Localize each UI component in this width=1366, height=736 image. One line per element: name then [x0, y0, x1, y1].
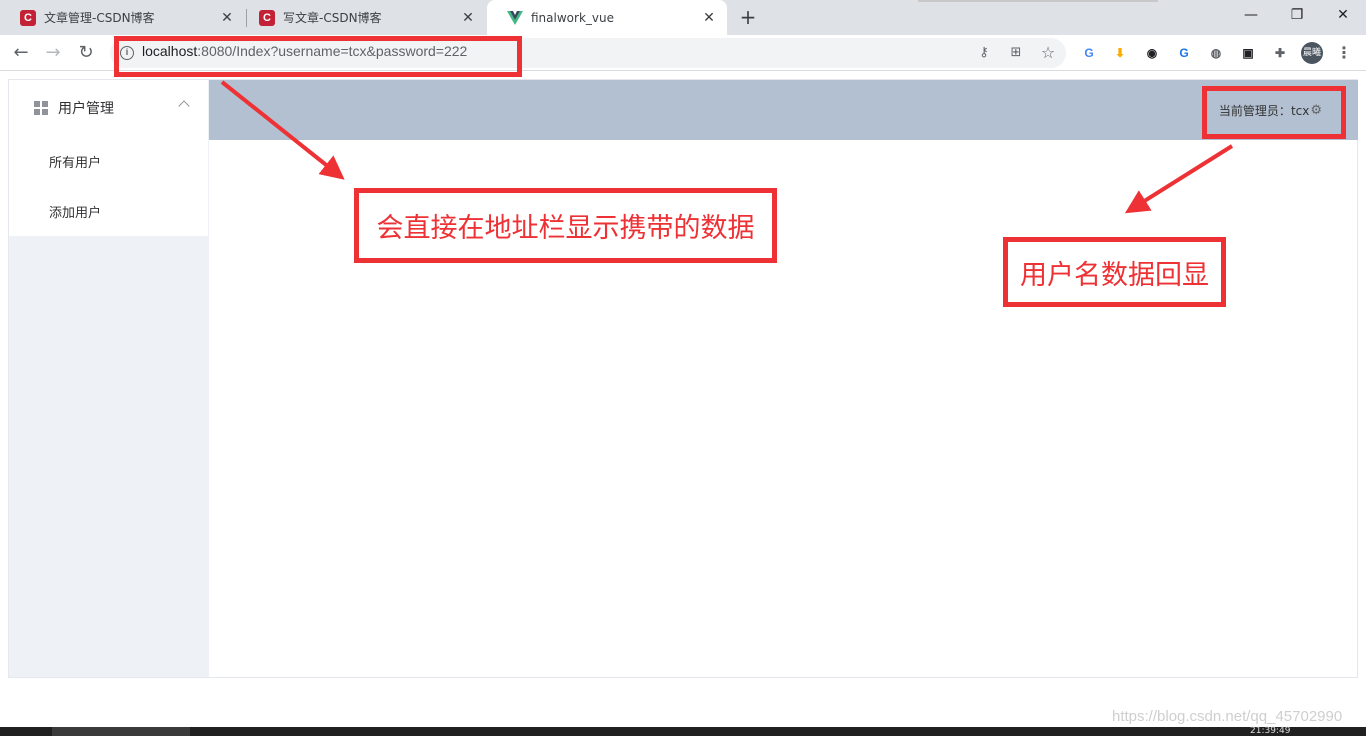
tampermonkey-icon[interactable]: ◉ [1142, 43, 1162, 63]
main-area: 当前管理员： tcx ⚙ [209, 80, 1358, 677]
url-annotation: 会直接在地址栏显示携带的数据 [354, 188, 777, 263]
app-container: 用户管理 所有用户 添加用户 当前管理员： tcx ⚙ [8, 79, 1358, 678]
admin-highlight-box [1202, 86, 1346, 139]
new-tab-button[interactable]: + [736, 5, 760, 29]
menu-item-add-user[interactable]: 添加用户 [9, 186, 208, 236]
bulb-ext-icon[interactable]: ◍ [1206, 43, 1226, 63]
reload-button[interactable]: ↻ [73, 40, 99, 66]
back-button[interactable]: ← [8, 40, 34, 66]
window-close-button[interactable]: ✕ [1320, 0, 1366, 30]
submenu-user-management[interactable]: 用户管理 [9, 80, 208, 136]
browser-menu-icon[interactable]: ⋮ [1336, 42, 1352, 64]
tab-title: 写文章-CSDN博客 [283, 11, 382, 25]
vue-icon [507, 10, 523, 26]
taskbar-clock: 21:39:49 [1250, 726, 1291, 736]
star-icon[interactable]: ☆ [1038, 43, 1058, 63]
tab-article-management[interactable]: C 文章管理-CSDN博客 ✕ [0, 0, 245, 35]
puzzle-icon[interactable]: ✚ [1270, 43, 1290, 63]
tab-finalwork-vue[interactable]: finalwork_vue ✕ [487, 0, 727, 35]
restore-button[interactable]: ❐ [1274, 0, 1320, 30]
tab-close-icon[interactable]: ✕ [456, 10, 480, 26]
csdn-icon: C [20, 9, 36, 26]
profile-avatar[interactable]: 晨曦 [1301, 42, 1323, 64]
user-management-menu: 用户管理 所有用户 添加用户 [9, 80, 208, 236]
os-taskbar: 21:39:49 [0, 727, 1366, 736]
key-icon[interactable]: ⚷ [974, 43, 994, 63]
tab-write-article[interactable]: C 写文章-CSDN博客 ✕ [239, 0, 486, 35]
terminal-ext-icon[interactable]: ▣ [1238, 43, 1258, 63]
username-annotation: 用户名数据回显 [1003, 237, 1226, 307]
chevron-up-icon [178, 100, 190, 112]
tab-close-icon[interactable]: ✕ [697, 10, 721, 26]
minimize-button[interactable]: — [1228, 0, 1274, 30]
sidebar: 用户管理 所有用户 添加用户 [9, 80, 209, 677]
forward-button[interactable]: → [40, 40, 66, 66]
translate-icon[interactable]: ⊞ [1006, 43, 1026, 63]
tab-search-shadow [918, 0, 1158, 2]
header-bar: 当前管理员： tcx ⚙ [209, 80, 1358, 140]
menu-item-all-users[interactable]: 所有用户 [9, 136, 208, 186]
translate-ext-icon[interactable]: G [1174, 43, 1194, 63]
tab-title: finalwork_vue [531, 10, 614, 25]
taskbar-app[interactable] [52, 727, 190, 736]
tab-strip: C 文章管理-CSDN博客 ✕ C 写文章-CSDN博客 ✕ finalwork… [0, 0, 1366, 35]
csdn-icon: C [259, 9, 275, 26]
watermark: https://blog.csdn.net/qq_45702990 [1112, 708, 1343, 725]
tab-close-icon[interactable]: ✕ [215, 10, 239, 26]
download-ext-icon[interactable]: ⬇ [1110, 43, 1130, 63]
tab-title: 文章管理-CSDN博客 [44, 11, 155, 25]
g-ext-icon[interactable]: G [1079, 43, 1099, 63]
menu-grid-icon [34, 101, 48, 115]
url-highlight-box [114, 36, 522, 77]
submenu-title-label: 用户管理 [58, 101, 114, 117]
